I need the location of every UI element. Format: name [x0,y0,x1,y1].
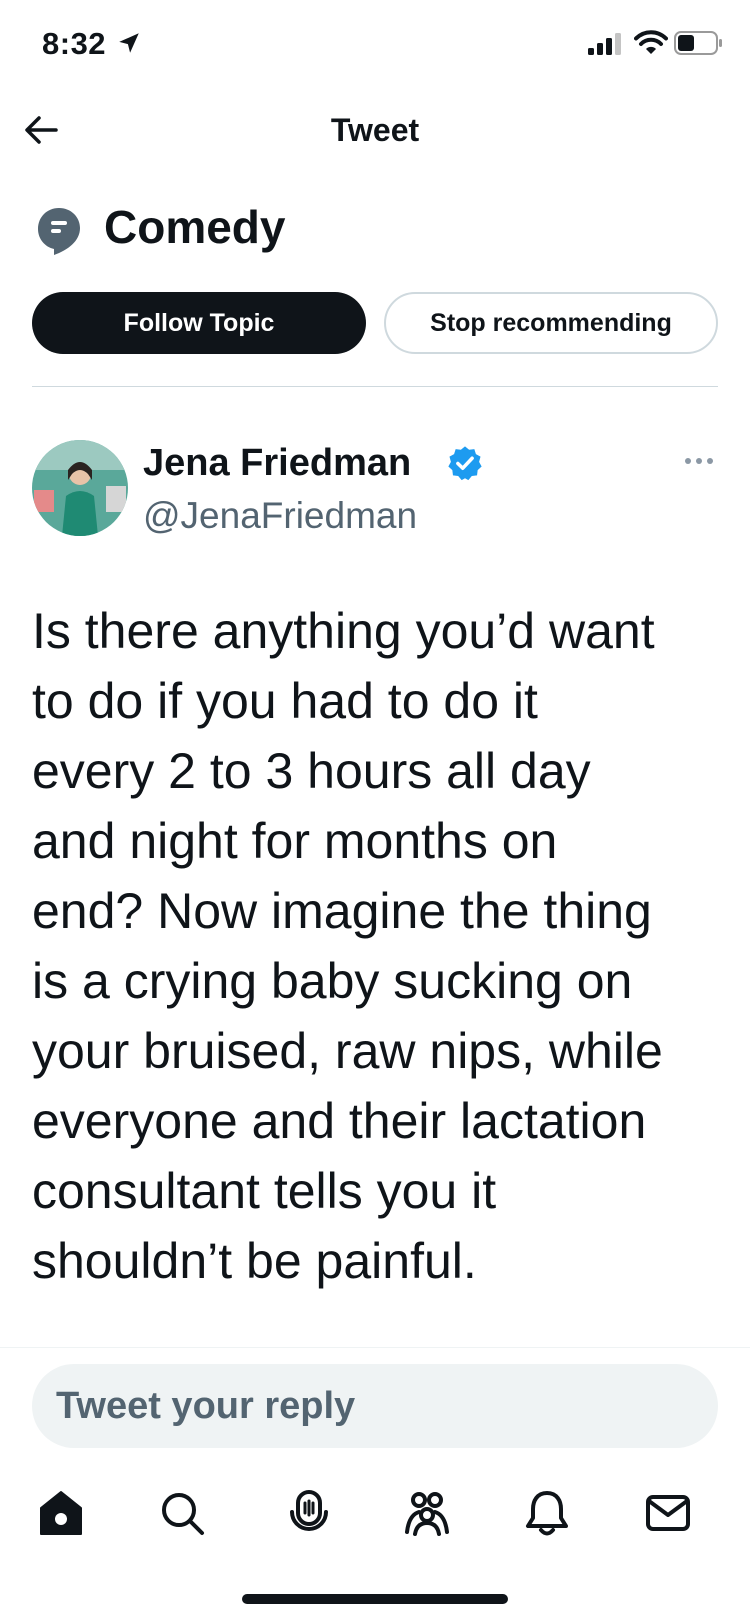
author-name[interactable]: Jena Friedman [143,442,411,485]
reply-input[interactable]: Tweet your reply [32,1364,718,1448]
home-icon[interactable] [36,1488,86,1538]
notifications-icon[interactable] [522,1488,572,1538]
reply-placeholder: Tweet your reply [56,1384,356,1427]
topic-bubble-icon [38,208,80,255]
battery-icon [674,31,722,55]
author-handle[interactable]: @JenaFriedman [143,495,417,537]
cellular-signal-icon [588,33,621,55]
status-time: 8:32 [42,26,107,61]
page-title: Tweet [330,112,420,148]
location-arrow-icon [119,33,139,53]
divider [0,1347,750,1348]
follow-topic-button[interactable]: Follow Topic [32,292,366,354]
avatar[interactable] [32,440,128,536]
messages-icon[interactable] [643,1488,693,1538]
search-icon[interactable] [157,1488,207,1538]
home-indicator [242,1594,508,1604]
stop-recommending-button[interactable]: Stop recommending [384,292,718,354]
spaces-icon[interactable] [284,1488,334,1538]
tweet-text: Is there anything you’d want to do if yo… [32,603,663,1289]
topic-name: Comedy [104,201,286,253]
communities-icon[interactable] [402,1488,452,1538]
verified-badge-icon [448,446,482,481]
wifi-icon [634,30,668,54]
more-options-icon[interactable] [684,456,714,466]
divider [32,386,718,387]
